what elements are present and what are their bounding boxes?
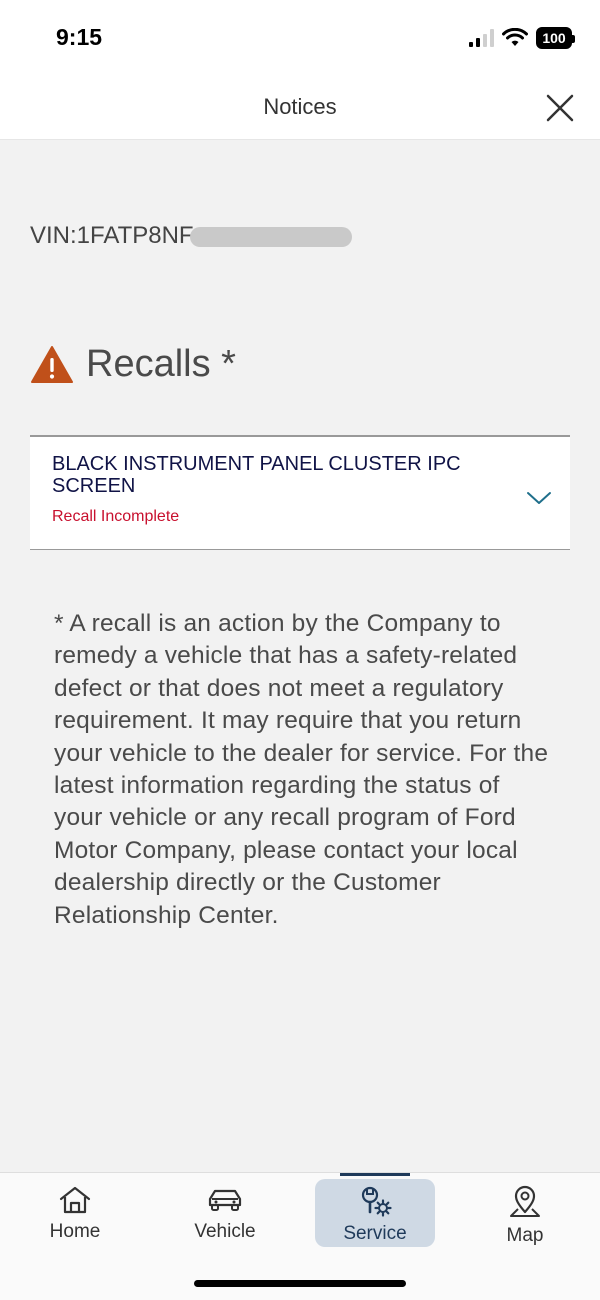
tab-label: Vehicle — [194, 1221, 256, 1242]
car-icon — [208, 1189, 242, 1211]
cellular-signal-icon — [469, 29, 494, 47]
recall-item[interactable]: BLACK INSTRUMENT PANEL CLUSTER IPC SCREE… — [30, 435, 570, 550]
tab-service[interactable]: Service — [315, 1173, 435, 1247]
tab-map[interactable]: Map — [465, 1179, 585, 1247]
tab-vehicle[interactable]: Vehicle — [165, 1179, 285, 1247]
chevron-down-icon[interactable] — [526, 489, 552, 507]
recalls-title: Recalls * — [86, 342, 236, 385]
vin-redaction — [190, 227, 352, 247]
status-icons: 100 — [469, 26, 575, 50]
home-icon — [59, 1186, 91, 1214]
recall-status: Recall Incomplete — [52, 508, 180, 525]
tab-label: Map — [506, 1225, 544, 1246]
status-time: 9:15 — [56, 24, 103, 50]
battery-icon: 100 — [536, 27, 575, 49]
warning-icon — [31, 346, 73, 383]
wifi-icon — [502, 28, 528, 46]
map-pin-icon — [510, 1185, 540, 1217]
recalls-heading: Recalls * — [30, 340, 236, 388]
nav-header: Notices — [0, 78, 600, 140]
vin-label: VIN:1FATP8NF — [30, 222, 194, 249]
recall-name: BLACK INSTRUMENT PANEL CLUSTER IPC SCREE… — [52, 453, 461, 497]
close-icon — [546, 94, 574, 122]
recall-footnote: * A recall is an action by the Company t… — [54, 610, 549, 929]
tab-home[interactable]: Home — [15, 1179, 135, 1247]
tab-label: Home — [49, 1221, 101, 1242]
tab-label: Service — [343, 1223, 407, 1244]
home-indicator[interactable] — [194, 1280, 406, 1287]
page-title: Notices — [263, 94, 337, 119]
status-bar: 9:15 100 — [0, 0, 600, 78]
close-button[interactable] — [542, 90, 578, 126]
service-wrench-gear-icon — [361, 1186, 392, 1217]
